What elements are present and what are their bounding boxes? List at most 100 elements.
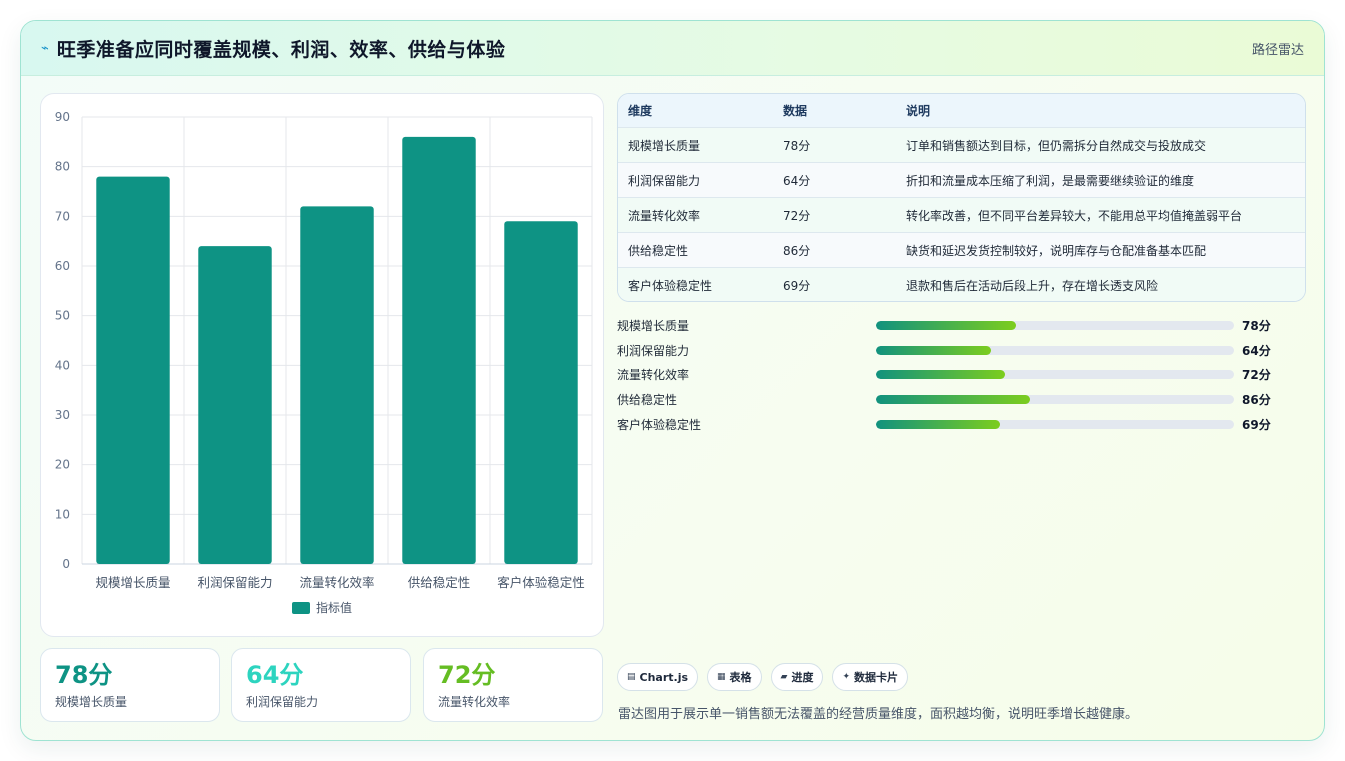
y-tick-label: 50 — [55, 309, 70, 323]
tag-chip[interactable]: ✦ 数据卡片 — [832, 663, 909, 691]
y-tick-label: 90 — [55, 110, 70, 124]
tag-chip[interactable]: ▤ Chart.js — [617, 663, 699, 691]
progress-fill — [876, 370, 1005, 380]
table-row: 规模增长质量 78分 订单和销售额达到目标，但仍需拆分自然成交与投放成交 — [618, 127, 1305, 162]
stat-label: 流量转化效率 — [438, 695, 511, 709]
table-header-cell: 维度 — [628, 104, 653, 118]
progress-fill — [876, 320, 1016, 330]
table-row: 供给稳定性 86分 缺货和延迟发货控制较好，说明库存与仓配准备基本匹配 — [618, 232, 1305, 267]
progress-row: 客户体验稳定性 69分 — [617, 412, 1306, 437]
chart-icon: ▤ — [627, 672, 636, 682]
stat-value: 78分 — [55, 661, 113, 689]
y-tick-label: 80 — [55, 160, 70, 174]
x-tick-label: 利润保留能力 — [197, 575, 272, 590]
progress-value: 64分 — [1242, 343, 1271, 358]
table-cell: 69分 — [783, 278, 811, 293]
y-tick-label: 10 — [55, 507, 70, 521]
metrics-table: 维度 数据 说明 规模增长质量 78分 订单和销售额达到目标，但仍需拆分自然成交… — [617, 93, 1306, 302]
bar — [300, 206, 374, 564]
progress-fill — [876, 395, 1030, 405]
y-tick-label: 70 — [55, 209, 70, 223]
table-row: 流量转化效率 72分 转化率改善，但不同平台差异较大，不能用总平均值掩盖弱平台 — [618, 197, 1305, 232]
y-tick-label: 30 — [55, 408, 70, 422]
chip-label: 数据卡片 — [854, 671, 899, 684]
table-cell: 78分 — [783, 138, 811, 153]
progress-fill — [876, 420, 1000, 430]
progress-label: 客户体验稳定性 — [617, 418, 702, 433]
progress-value: 86分 — [1242, 393, 1271, 408]
legend-swatch — [292, 602, 310, 614]
stat-label: 利润保留能力 — [246, 695, 319, 709]
progress-label: 流量转化效率 — [617, 368, 690, 383]
table-cell: 退款和售后在活动后段上升，存在增长透支风险 — [906, 278, 1159, 293]
table-cell: 缺货和延迟发货控制较好，说明库存与仓配准备基本匹配 — [906, 243, 1207, 258]
bar-chart-panel: 0 10 20 30 40 50 60 70 80 90 规模增长质量 利润保留能力 流量转化效率 供给稳… — [40, 93, 604, 637]
progress-row: 供给稳定性 86分 — [617, 387, 1306, 412]
table-cell: 客户体验稳定性 — [628, 278, 713, 293]
chip-label: Chart.js — [639, 670, 689, 684]
chip-label: 表格 — [729, 671, 752, 684]
bar — [402, 136, 476, 564]
progress-track — [876, 395, 1234, 405]
footnote: 雷达图用于展示单一销售额无法覆盖的经营质量维度，面积越均衡，说明旺季增长越健康。 — [618, 707, 1139, 722]
progress-label: 利润保留能力 — [617, 343, 690, 358]
chip-row: ▤ Chart.js ▦ 表格 ▰ 进度 ✦ 数据卡片 — [617, 663, 909, 691]
x-tick-label: 规模增长质量 — [95, 575, 170, 590]
progress-value: 78分 — [1242, 318, 1271, 333]
table-row: 客户体验稳定性 69分 退款和售后在活动后段上升，存在增长透支风险 — [618, 267, 1305, 301]
sparkle-icon: ✦ — [842, 672, 851, 682]
y-tick-label: 20 — [55, 458, 70, 472]
x-tick-label: 供给稳定性 — [408, 575, 471, 590]
bar — [96, 176, 170, 564]
progress-fill — [876, 345, 991, 355]
header-bar: ⌁ 旺季准备应同时覆盖规模、利润、效率、供给与体验 路径雷达 — [21, 21, 1324, 76]
stat-card: 64分 利润保留能力 — [231, 648, 411, 722]
legend-label: 指标值 — [316, 600, 352, 615]
progress-value: 72分 — [1242, 368, 1271, 383]
tag-chip[interactable]: ▦ 表格 — [707, 663, 762, 691]
table-cell: 转化率改善，但不同平台差异较大，不能用总平均值掩盖弱平台 — [906, 208, 1243, 223]
bar-chart: 0 10 20 30 40 50 60 70 80 90 规模增长质量 利润保留能力 流量转化效率 供给稳… — [55, 110, 593, 615]
x-tick-label: 客户体验稳定性 — [497, 575, 585, 590]
page-title: 旺季准备应同时覆盖规模、利润、效率、供给与体验 — [56, 38, 506, 61]
stat-value: 72分 — [438, 661, 496, 689]
progress-track — [876, 370, 1234, 380]
y-tick-label: 40 — [55, 358, 70, 372]
table-header-cell: 数据 — [783, 104, 808, 118]
progress-track — [876, 420, 1234, 430]
progress-track — [876, 345, 1234, 355]
progress-label: 规模增长质量 — [617, 318, 690, 333]
table-cell: 供给稳定性 — [628, 243, 689, 258]
progress-icon: ▰ — [780, 672, 788, 682]
stat-label: 规模增长质量 — [55, 695, 128, 709]
dashboard-card: ⌁ 旺季准备应同时覆盖规模、利润、效率、供给与体验 路径雷达 0 10 20 30 40… — [20, 20, 1325, 741]
y-tick-label: 0 — [62, 557, 70, 571]
chip-label: 进度 — [791, 671, 814, 684]
table-cell: 利润保留能力 — [628, 173, 701, 188]
tag-chip[interactable]: ▰ 进度 — [770, 663, 824, 691]
stat-card: 72分 流量转化效率 — [423, 648, 603, 722]
progress-row: 利润保留能力 64分 — [617, 338, 1306, 363]
table-header-row: 维度 数据 说明 — [618, 94, 1305, 127]
bolt-icon: ⌁ — [41, 40, 49, 56]
progress-value: 69分 — [1242, 418, 1271, 433]
table-cell: 订单和销售额达到目标，但仍需拆分自然成交与投放成交 — [906, 138, 1207, 153]
table-cell: 64分 — [783, 173, 811, 188]
y-tick-label: 60 — [55, 259, 70, 273]
table-icon: ▦ — [717, 672, 726, 682]
progress-row: 规模增长质量 78分 — [617, 313, 1306, 338]
table-cell: 折扣和流量成本压缩了利润，是最需要继续验证的维度 — [906, 173, 1195, 188]
table-cell: 72分 — [783, 208, 811, 223]
table-cell: 流量转化效率 — [628, 208, 701, 223]
progress-list: 规模增长质量 78分 利润保留能力 64分 流量转化效率 72分 供给稳定性 86分 客户体验稳… — [617, 313, 1306, 437]
header-tag[interactable]: 路径雷达 — [1252, 39, 1304, 58]
table-cell: 86分 — [783, 243, 811, 258]
progress-row: 流量转化效率 72分 — [617, 363, 1306, 388]
bar — [504, 221, 578, 565]
x-tick-label: 流量转化效率 — [299, 575, 374, 590]
table-header-cell: 说明 — [906, 104, 931, 118]
table-cell: 规模增长质量 — [628, 138, 701, 153]
stat-card: 78分 规模增长质量 — [40, 648, 220, 722]
stat-value: 64分 — [246, 661, 304, 689]
bar — [198, 246, 272, 564]
